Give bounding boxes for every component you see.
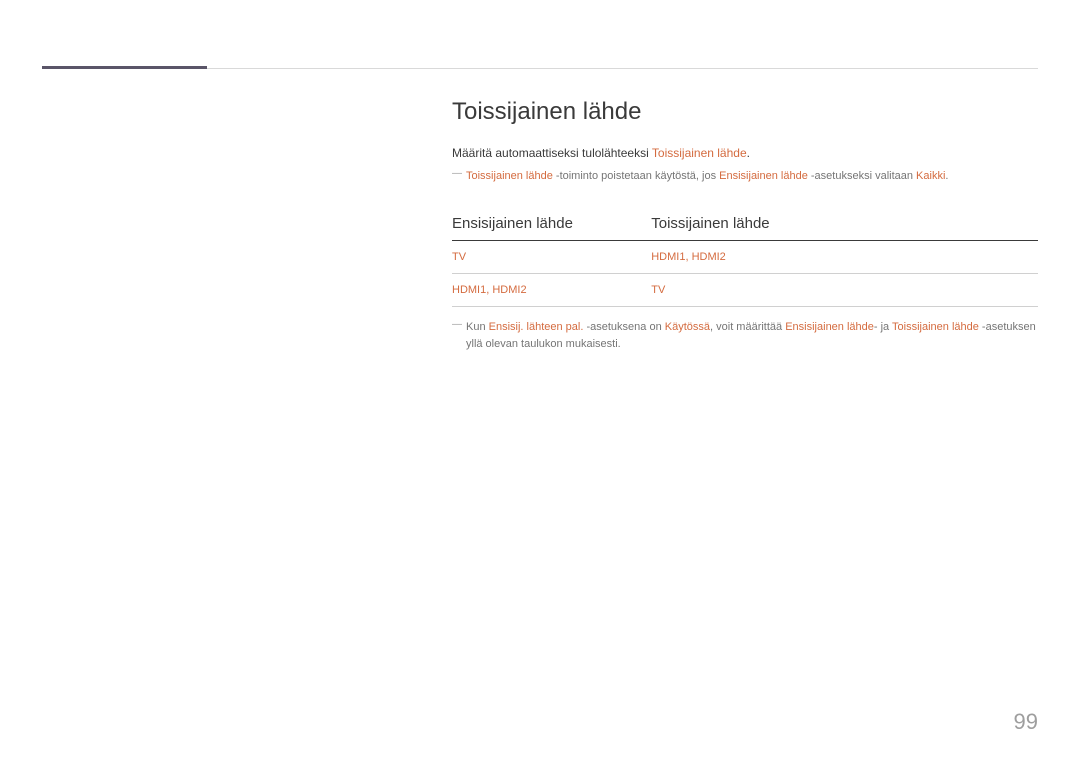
section-title: Toissijainen lähde — [452, 98, 1038, 126]
table-cell: HDMI1, HDMI2 — [452, 273, 651, 306]
chapter-accent-bar — [42, 66, 207, 69]
table-cell: TV — [651, 273, 1038, 306]
source-table: Ensisijainen lähde Toissijainen lähde TV… — [452, 209, 1038, 307]
note2-t2: -asetuksena on — [583, 321, 664, 333]
table-row: HDMI1, HDMI2 TV — [452, 273, 1038, 306]
note2-t1: Kun — [466, 321, 489, 333]
table-header-secondary: Toissijainen lähde — [651, 209, 1038, 241]
page-number: 99 — [1014, 709, 1038, 735]
table-cell: HDMI1, HDMI2 — [651, 240, 1038, 273]
note1-hl3: Kaikki — [916, 170, 945, 182]
main-content: Toissijainen lähde Määritä automaattisek… — [452, 98, 1038, 354]
note2-hl2: Käytössä — [665, 321, 710, 333]
table-cell: TV — [452, 240, 651, 273]
table-row: TV HDMI1, HDMI2 — [452, 240, 1038, 273]
intro-suffix: . — [747, 146, 750, 160]
table-header-row: Ensisijainen lähde Toissijainen lähde — [452, 209, 1038, 241]
note2-hl3: Ensisijainen lähde — [785, 321, 874, 333]
intro-highlight: Toissijainen lähde — [652, 146, 747, 160]
note1-hl2: Ensisijainen lähde — [719, 170, 808, 182]
note1-t3: . — [945, 170, 948, 182]
note2-t4: - ja — [874, 321, 892, 333]
intro-prefix: Määritä automaattiseksi tulolähteeksi — [452, 146, 652, 160]
note2-hl4: Toissijainen lähde — [892, 321, 979, 333]
table-header-primary: Ensisijainen lähde — [452, 209, 651, 241]
note1-t1: -toiminto poistetaan käytöstä, jos — [553, 170, 719, 182]
note2-hl1: Ensisij. lähteen pal. — [489, 321, 584, 333]
note1-hl1: Toissijainen lähde — [466, 170, 553, 182]
note-1: Toissijainen lähde -toiminto poistetaan … — [452, 168, 1038, 185]
header-divider — [207, 68, 1038, 69]
note1-t2: -asetukseksi valitaan — [808, 170, 916, 182]
source-table-wrap: Ensisijainen lähde Toissijainen lähde TV… — [452, 209, 1038, 307]
intro-text: Määritä automaattiseksi tulolähteeksi To… — [452, 144, 1038, 162]
note2-t3: , voit määrittää — [710, 321, 785, 333]
note-2: Kun Ensisij. lähteen pal. -asetuksena on… — [452, 319, 1038, 354]
